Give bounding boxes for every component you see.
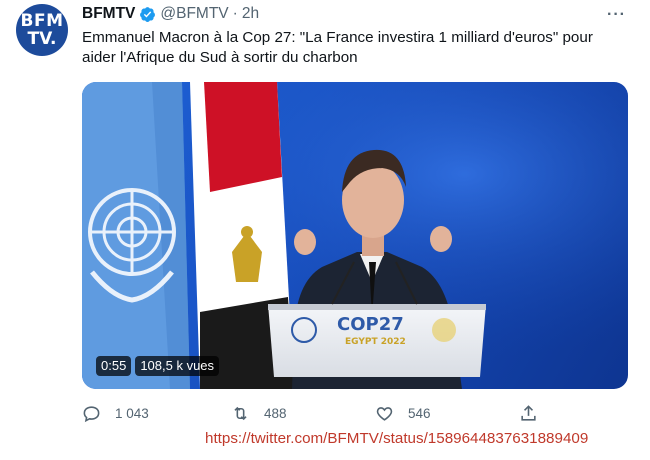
tweet-text: Emmanuel Macron à la Cop 27: "La France … [82,29,593,66]
video-duration: 0:55 [96,356,132,376]
source-url[interactable]: https://twitter.com/BFMTV/status/1589644… [205,430,588,447]
verified-badge-icon [140,6,156,22]
separator-dot: · [232,5,238,22]
un-flag [82,82,190,389]
avatar-text-line2: TV. [27,29,57,49]
share-button[interactable] [519,404,552,423]
avatar-text-line1: BFM [20,11,64,31]
avatar[interactable]: BFM TV. [16,4,68,56]
podium: COP27 EGYPT 2022 [268,304,486,377]
like-count: 546 [408,406,431,421]
cop27-logo-text: COP27 [337,314,404,335]
tweet-header: BFMTV @BFMTV · 2h [82,5,259,23]
account-handle[interactable]: @BFMTV [160,5,228,23]
retweet-count: 488 [263,406,287,421]
tweet[interactable]: BFM TV. BFMTV @BFMTV · 2h ··· Emmanuel M… [0,0,650,460]
share-icon [521,405,536,421]
more-options-icon[interactable]: ··· [607,6,626,24]
like-button[interactable]: 546 [375,404,519,423]
tweet-actions: 1 043 488 546 [82,404,552,423]
video-player[interactable]: COP27 EGYPT 2022 [82,82,628,389]
account-name[interactable]: BFMTV [82,5,135,23]
video-info: 0:55 108,5 k vues [96,356,220,376]
heart-icon [376,407,393,421]
retweet-icon [234,406,247,421]
cop27-logo-subtext: EGYPT 2022 [345,337,406,347]
reply-count: 1 043 [115,406,149,421]
reply-button[interactable]: 1 043 [82,404,231,423]
video-view-count: 108,5 k vues [135,356,220,376]
timestamp[interactable]: 2h [242,5,259,23]
video-frame: COP27 EGYPT 2022 [82,82,628,389]
retweet-button[interactable]: 488 [231,404,375,423]
reply-icon [83,406,100,423]
